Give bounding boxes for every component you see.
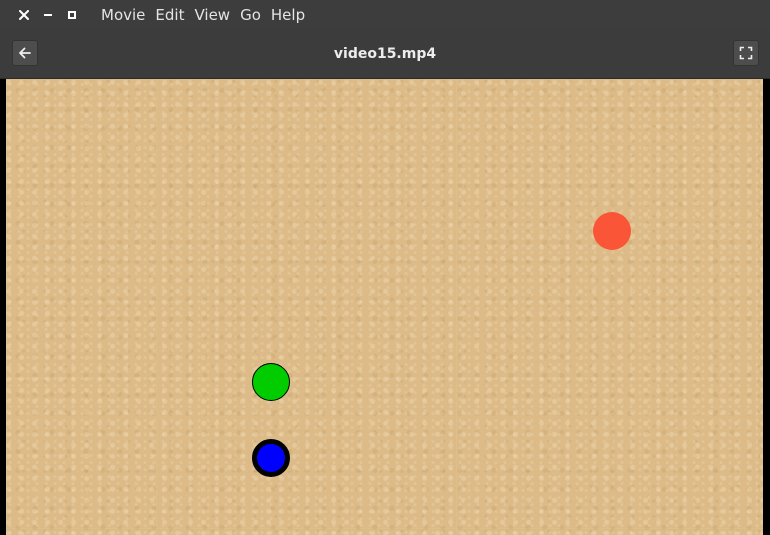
close-window-button[interactable] (12, 3, 36, 27)
arrow-left-icon (19, 47, 31, 59)
red-ball (593, 212, 631, 250)
menu-go[interactable]: Go (235, 0, 266, 30)
back-button[interactable] (12, 40, 38, 66)
menu-help[interactable]: Help (266, 0, 310, 30)
close-icon (19, 10, 29, 20)
maximize-window-button[interactable] (60, 3, 84, 27)
fullscreen-icon (739, 46, 753, 60)
menu-bar: Movie Edit View Go Help (0, 0, 770, 30)
menu-items: Movie Edit View Go Help (96, 0, 310, 30)
maximize-icon (68, 11, 76, 19)
blue-ball (252, 439, 290, 477)
video-frame (0, 79, 770, 535)
window-controls (0, 3, 84, 27)
menu-view[interactable]: View (189, 0, 235, 30)
fullscreen-button[interactable] (733, 40, 759, 66)
video-canvas[interactable] (6, 79, 763, 535)
minimize-icon (44, 14, 52, 16)
header-bar: video15.mp4 (0, 30, 770, 79)
minimize-window-button[interactable] (36, 3, 60, 27)
video-title: video15.mp4 (333, 46, 437, 62)
green-ball (252, 363, 290, 401)
player-window: Movie Edit View Go Help video15.mp4 (0, 0, 770, 535)
menu-movie[interactable]: Movie (96, 0, 150, 30)
menu-edit[interactable]: Edit (150, 0, 189, 30)
